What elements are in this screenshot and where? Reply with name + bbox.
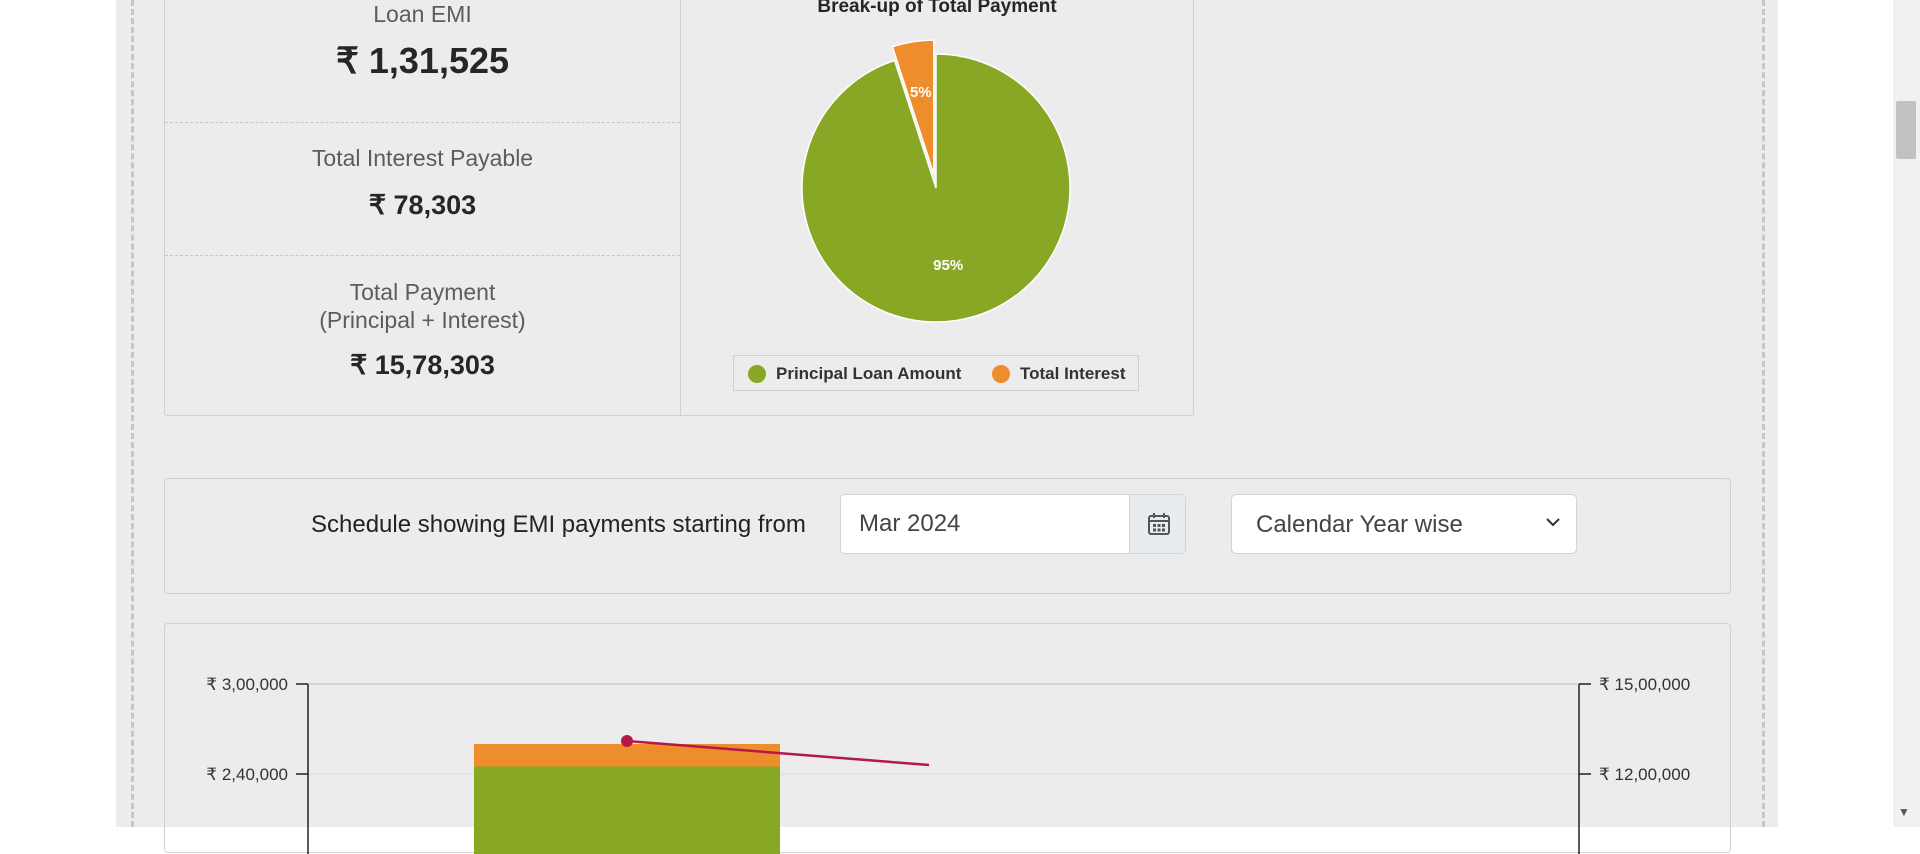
total-payment-stat: Total Payment (Principal + Interest) ₹ 1… bbox=[165, 278, 680, 381]
stat-separator bbox=[165, 255, 680, 256]
total-payment-label: Total Payment bbox=[165, 278, 680, 306]
chevron-down-icon bbox=[1546, 517, 1560, 527]
dashed-border-left bbox=[131, 0, 134, 827]
start-month-group bbox=[840, 494, 1186, 554]
legend-interest-dot bbox=[992, 365, 1010, 383]
balance-point[interactable] bbox=[621, 735, 633, 747]
schedule-view-value: Calendar Year wise bbox=[1256, 511, 1463, 539]
left-tick-label: ₹ 2,40,000 bbox=[206, 765, 288, 784]
schedule-chart-svg: ₹ 3,00,000 ₹ 2,40,000 ₹ 15,00,000 ₹ 12,00,0… bbox=[165, 624, 1732, 854]
calendar-button[interactable] bbox=[1129, 495, 1186, 553]
left-tick-label: ₹ 3,00,000 bbox=[206, 675, 288, 694]
schedule-chart: ₹ 3,00,000 ₹ 2,40,000 ₹ 15,00,000 ₹ 12,00,0… bbox=[164, 623, 1731, 853]
schedule-view-select[interactable]: Calendar Year wise bbox=[1231, 494, 1577, 554]
legend-principal[interactable]: Principal Loan Amount bbox=[748, 364, 961, 384]
pie-legend: Principal Loan Amount Total Interest bbox=[733, 355, 1139, 391]
interest-stat: Total Interest Payable ₹ 78,303 bbox=[165, 144, 680, 221]
emi-value: ₹ 1,31,525 bbox=[165, 40, 680, 82]
pie-label-principal: 95% bbox=[933, 257, 963, 274]
emi-stat: Loan EMI ₹ 1,31,525 bbox=[165, 0, 680, 82]
schedule-label: Schedule showing EMI payments starting f… bbox=[311, 511, 806, 539]
start-month-input[interactable] bbox=[841, 495, 1129, 553]
pie-slice-principal[interactable] bbox=[802, 54, 1070, 322]
bar-interest[interactable] bbox=[474, 744, 780, 767]
dashed-border-right bbox=[1762, 0, 1765, 827]
pie-label-interest: 5% bbox=[910, 84, 932, 101]
pie-chart-title: Break-up of Total Payment bbox=[720, 0, 1154, 18]
pie-chart: 95% 5% bbox=[796, 34, 1076, 334]
legend-interest-label: Total Interest bbox=[1020, 364, 1125, 384]
legend-interest[interactable]: Total Interest bbox=[992, 364, 1125, 384]
legend-principal-label: Principal Loan Amount bbox=[776, 364, 961, 384]
right-tick-label: ₹ 15,00,000 bbox=[1599, 675, 1690, 694]
total-payment-sublabel: (Principal + Interest) bbox=[165, 306, 680, 334]
summary-divider bbox=[680, 0, 681, 415]
interest-value: ₹ 78,303 bbox=[165, 190, 680, 221]
legend-principal-dot bbox=[748, 365, 766, 383]
bar-principal[interactable] bbox=[474, 767, 780, 854]
interest-label: Total Interest Payable bbox=[165, 144, 680, 172]
scrollbar-thumb[interactable] bbox=[1896, 101, 1916, 159]
emi-label: Loan EMI bbox=[165, 0, 680, 28]
stat-separator bbox=[165, 122, 680, 123]
right-tick-label: ₹ 12,00,000 bbox=[1599, 765, 1690, 784]
total-payment-value: ₹ 15,78,303 bbox=[165, 350, 680, 381]
schedule-controls: Schedule showing EMI payments starting f… bbox=[164, 478, 1731, 594]
calendar-icon bbox=[1147, 512, 1171, 536]
scroll-down-arrow[interactable]: ▼ bbox=[1898, 805, 1910, 819]
